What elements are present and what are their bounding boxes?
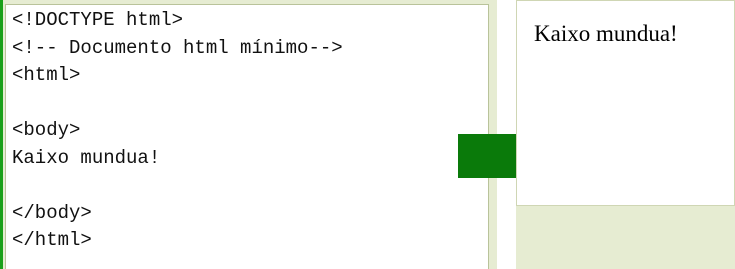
html-example-illustration: <!DOCTYPE html> <!-- Documento html míni… — [0, 0, 735, 269]
code-editor: <!DOCTYPE html> <!-- Documento html míni… — [5, 4, 489, 269]
code-panel-accent-bar — [0, 0, 3, 269]
code-line-body-close: </body> — [12, 201, 92, 224]
code-line-html-open: <html> — [12, 64, 81, 86]
code-line-comment: <!-- Documento html mínimo--> — [12, 36, 343, 59]
code-line-html-close: </html> — [12, 229, 92, 251]
code-lines: <!DOCTYPE html> <!-- Documento html míni… — [6, 5, 488, 255]
code-panel: <!DOCTYPE html> <!-- Documento html míni… — [0, 0, 497, 269]
code-line-text: Kaixo mundua! — [12, 146, 161, 169]
code-line-doctype: <!DOCTYPE html> — [12, 9, 184, 31]
browser-output: Kaixo mundua! — [516, 0, 735, 206]
rendered-text: Kaixo mundua! — [534, 21, 678, 46]
render-panel: Kaixo mundua! — [516, 0, 735, 269]
code-line-body-open: <body> — [12, 119, 81, 141]
